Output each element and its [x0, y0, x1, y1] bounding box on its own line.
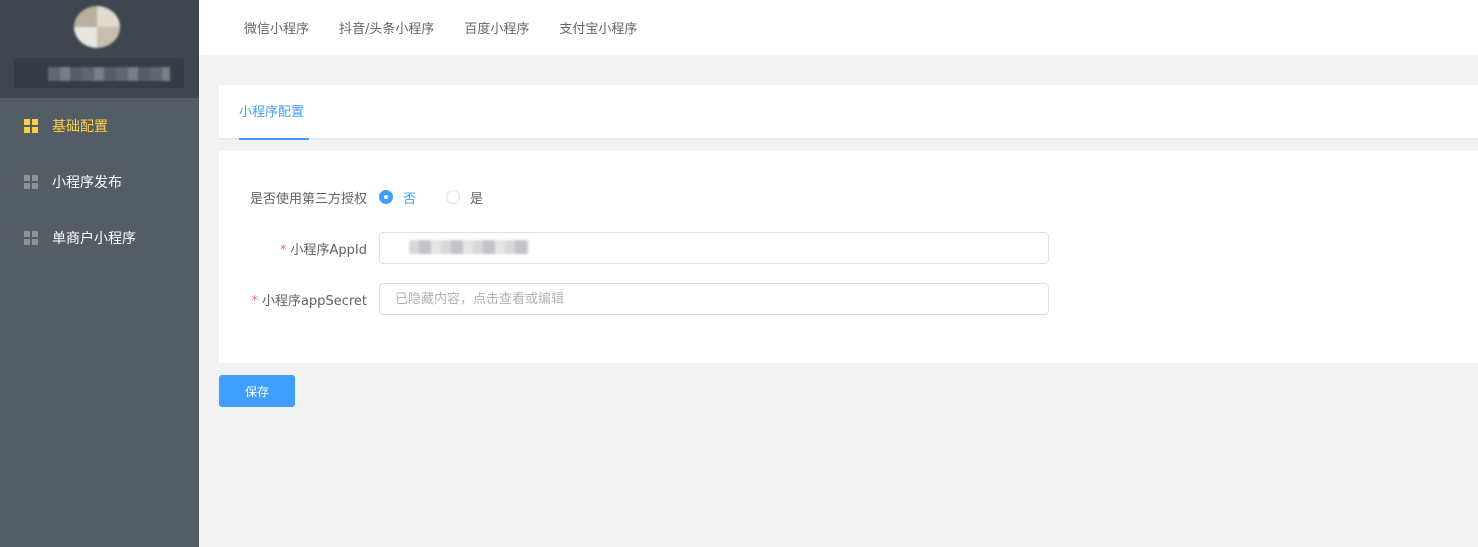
- sidebar-menu: 基础配置 小程序发布 单商户小程序: [0, 98, 199, 266]
- radio-dot-icon: [379, 190, 393, 204]
- appid-label: * 小程序AppId: [280, 242, 367, 258]
- tab-baidu[interactable]: 百度小程序: [464, 18, 529, 37]
- tab-douyin[interactable]: 抖音/头条小程序: [339, 18, 434, 37]
- grid-icon: [24, 175, 38, 189]
- redacted-value: [409, 240, 529, 254]
- sidebar-item-single-merchant[interactable]: 单商户小程序: [0, 210, 199, 266]
- appsecret-label: * 小程序appSecret: [251, 293, 367, 309]
- appid-row: * 小程序AppId: [219, 232, 1049, 264]
- radio-no[interactable]: 否: [379, 188, 416, 207]
- third-party-label: 是否使用第三方授权: [249, 191, 367, 207]
- config-tabs: 小程序配置: [219, 85, 1478, 140]
- radio-dot-icon: [446, 190, 461, 204]
- required-mark: *: [251, 293, 258, 309]
- sidebar-item-label: 小程序发布: [52, 175, 122, 191]
- appsecret-input[interactable]: [379, 283, 1049, 315]
- tab-alipay[interactable]: 支付宝小程序: [559, 18, 637, 37]
- avatar[interactable]: [74, 6, 120, 48]
- config-form: 是否使用第三方授权 否 是 * 小程序AppId * 小程序appSecret: [219, 151, 1478, 363]
- tab-wechat[interactable]: 微信小程序: [244, 18, 309, 37]
- appsecret-row: * 小程序appSecret: [219, 283, 1049, 315]
- radio-no-label: 否: [403, 191, 417, 207]
- appid-field-wrapper: [379, 232, 1049, 264]
- username-redacted: [14, 58, 184, 88]
- user-profile: [0, 0, 199, 98]
- sidebar: 基础配置 小程序发布 单商户小程序: [0, 0, 199, 547]
- sidebar-item-label: 基础配置: [52, 119, 108, 135]
- grid-icon: [24, 119, 38, 133]
- active-tab-indicator: [239, 138, 309, 140]
- sidebar-item-label: 单商户小程序: [52, 231, 136, 247]
- radio-yes-label: 是: [470, 191, 484, 207]
- sidebar-item-publish[interactable]: 小程序发布: [0, 154, 199, 210]
- third-party-row: 是否使用第三方授权 否 是: [219, 185, 513, 209]
- tab-miniapp-config[interactable]: 小程序配置: [239, 85, 304, 140]
- radio-yes[interactable]: 是: [446, 188, 483, 207]
- grid-icon: [24, 231, 38, 245]
- required-mark: *: [280, 242, 287, 258]
- save-button[interactable]: 保存: [219, 375, 295, 407]
- top-nav: 微信小程序 抖音/头条小程序 百度小程序 支付宝小程序: [199, 0, 1478, 55]
- sidebar-item-basic-config[interactable]: 基础配置: [0, 98, 199, 154]
